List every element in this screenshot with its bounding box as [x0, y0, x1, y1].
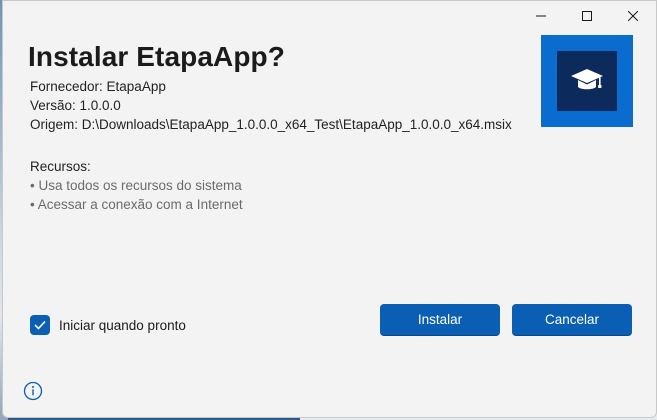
- maximize-button[interactable]: [564, 1, 610, 31]
- resource-item: • Usa todos os recursos do sistema: [30, 178, 242, 193]
- install-button[interactable]: Instalar: [380, 304, 500, 336]
- installer-dialog: Instalar EtapaApp? Fornecedor: EtapaApp …: [2, 0, 657, 418]
- close-button[interactable]: [610, 1, 656, 31]
- minimize-icon: [536, 15, 546, 17]
- info-icon[interactable]: [23, 381, 43, 401]
- checkmark-icon: [34, 320, 46, 330]
- app-tile: [541, 35, 633, 127]
- version-text: Versão: 1.0.0.0: [30, 98, 121, 113]
- minimize-button[interactable]: [518, 1, 564, 31]
- dialog-title: Instalar EtapaApp?: [28, 41, 285, 72]
- resources-section: Recursos: • Usa todos os recursos do sis…: [30, 157, 243, 214]
- launch-when-ready-checkbox[interactable]: [30, 315, 50, 335]
- launch-when-ready-label: Iniciar quando pronto: [59, 317, 186, 333]
- caption-buttons: [518, 1, 656, 31]
- maximize-icon: [582, 11, 592, 21]
- package-details: Fornecedor: EtapaApp Versão: 1.0.0.0 Ori…: [30, 77, 512, 134]
- close-icon: [628, 11, 638, 21]
- graduation-cap-icon: [571, 69, 603, 90]
- resources-heading: Recursos:: [30, 159, 91, 174]
- launch-when-ready-option[interactable]: Iniciar quando pronto: [30, 315, 186, 335]
- cancel-button[interactable]: Cancelar: [512, 304, 632, 336]
- publisher-text: Fornecedor: EtapaApp: [30, 79, 166, 94]
- origin-text: Origem: D:\Downloads\EtapaApp_1.0.0.0_x6…: [30, 117, 512, 132]
- resource-item: • Acessar a conexão com a Internet: [30, 197, 243, 212]
